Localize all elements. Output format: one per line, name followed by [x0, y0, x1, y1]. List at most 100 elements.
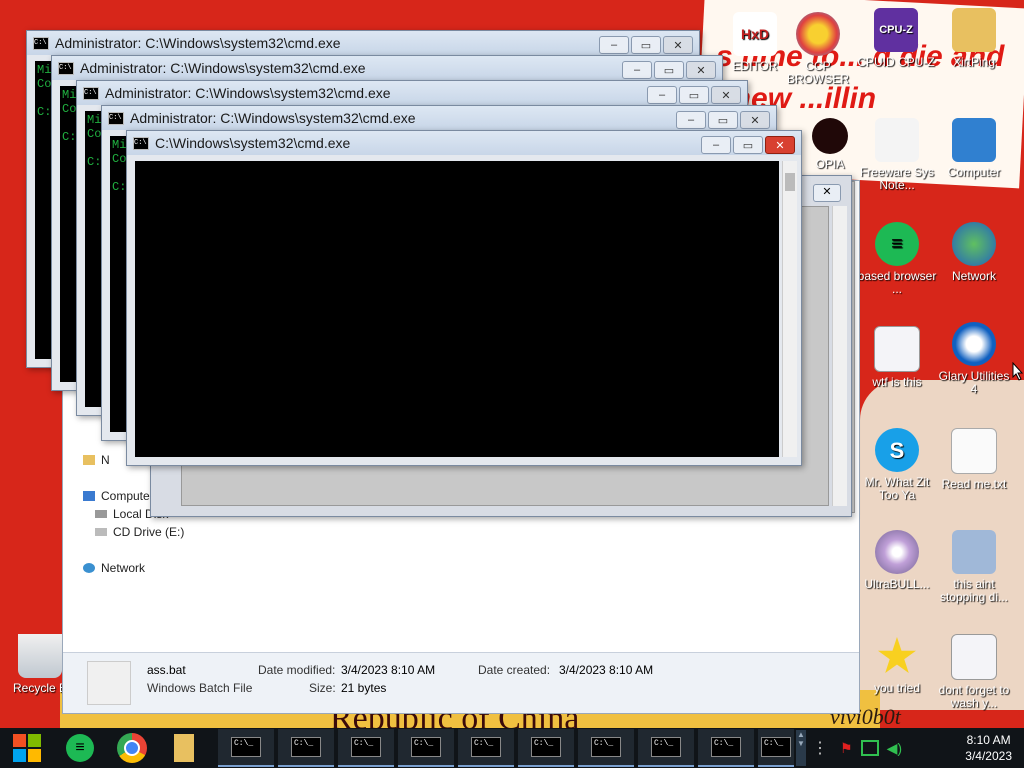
desktop-icon-ultrabull[interactable]: UltraBULL...: [857, 530, 937, 591]
browser-icon: [796, 12, 840, 56]
taskbar-cmd-button[interactable]: C:\_: [398, 729, 454, 767]
desktop-icon-freeware-sys-note[interactable]: Freeware Sys Note...: [857, 118, 937, 192]
close-icon[interactable]: ✕: [813, 184, 841, 202]
start-button[interactable]: [0, 728, 54, 768]
monitor-icon: [952, 530, 996, 574]
maximize-button[interactable]: ▭: [679, 86, 709, 104]
minimize-button[interactable]: –: [599, 36, 629, 54]
close-button[interactable]: ✕: [740, 111, 770, 129]
taskbar-cmd-button[interactable]: C:\_: [518, 729, 574, 767]
taskbar-cmd-button[interactable]: C:\_: [338, 729, 394, 767]
desktop-icon-glary-utilities[interactable]: Glary Utilities 4: [934, 322, 1014, 396]
desktop-icon-opia[interactable]: OPIA: [800, 118, 860, 171]
taskbar-file-explorer[interactable]: [158, 728, 210, 768]
volume-icon[interactable]: ◀): [887, 740, 902, 757]
close-button[interactable]: ✕: [765, 136, 795, 154]
cmd-icon: C:\_: [531, 737, 561, 757]
taskbar-notes-app[interactable]: ≡: [54, 728, 106, 768]
desktop-icon-you-tried[interactable]: ★ you tried: [857, 634, 937, 695]
skype-icon: S: [875, 428, 919, 472]
scrollbar[interactable]: [782, 161, 797, 457]
cmd-icon: C:\_: [651, 737, 681, 757]
clock-date: 3/4/2023: [965, 749, 1012, 763]
cmd-icon: C:\: [108, 111, 124, 125]
desktop-icon-based-browser[interactable]: ≡ based browser ...: [857, 222, 937, 296]
glary-icon: [952, 322, 996, 366]
cmd-icon: C:\_: [411, 737, 441, 757]
taskbar-cmd-button[interactable]: C:\_: [578, 729, 634, 767]
title-bar[interactable]: C:\ Administrator: C:\Windows\system32\c…: [77, 81, 747, 105]
cpuz-icon: CPU-Z: [874, 8, 918, 52]
more-icon[interactable]: ⋮: [812, 738, 828, 758]
gear-file-icon: [87, 661, 131, 705]
taskbar-scroll-arrows[interactable]: ▲ ▼: [796, 730, 806, 766]
nav-item-network[interactable]: Network: [83, 559, 184, 577]
file-type: Windows Batch File: [147, 681, 253, 695]
batch-file-icon: [874, 326, 920, 372]
maximize-button[interactable]: ▭: [631, 36, 661, 54]
window-title: Administrator: C:\Windows\system32\cmd.e…: [80, 60, 366, 76]
minimize-button[interactable]: –: [676, 111, 706, 129]
minimize-button[interactable]: –: [622, 61, 652, 79]
created-value: 3/4/2023 8:10 AM: [559, 663, 654, 677]
window-title: Administrator: C:\Windows\system32\cmd.e…: [55, 35, 341, 51]
taskbar-cmd-button[interactable]: C:\_: [278, 729, 334, 767]
cmd-window-active[interactable]: C:\ C:\Windows\system32\cmd.exe – ▭ ✕: [126, 130, 802, 466]
cmd-icon: C:\_: [291, 737, 321, 757]
desktop-icon-wtf-is-this[interactable]: wtf is this: [857, 326, 937, 389]
maximize-button[interactable]: ▭: [708, 111, 738, 129]
cmd-icon: C:\: [133, 136, 149, 150]
cmd-icon: C:\: [33, 36, 49, 50]
system-tray: ⚑ ◀): [840, 740, 902, 757]
taskbar-cmd-button[interactable]: C:\_: [758, 729, 794, 767]
taskbar-cmd-button[interactable]: C:\_: [218, 729, 274, 767]
desktop-icon-computer[interactable]: Computer: [934, 118, 1014, 179]
red-disc-icon: [812, 118, 848, 154]
title-bar[interactable]: C:\ Administrator: C:\Windows\system32\c…: [27, 31, 699, 55]
cmd-icon: C:\: [58, 61, 74, 75]
network-tray-icon[interactable]: [860, 740, 879, 756]
console-output[interactable]: [135, 161, 779, 457]
minimize-button[interactable]: –: [647, 86, 677, 104]
modified-value: 3/4/2023 8:10 AM: [341, 663, 436, 677]
title-bar[interactable]: C:\ Administrator: C:\Windows\system32\c…: [52, 56, 722, 80]
folder-icon: [83, 455, 95, 465]
taskbar-cmd-button[interactable]: C:\_: [458, 729, 514, 767]
desktop-icon-ccp-browser[interactable]: CCP BROWSER: [778, 12, 858, 86]
window-title: C:\Windows\system32\cmd.exe: [155, 135, 351, 151]
size-label: Size:: [309, 681, 336, 695]
taskbar: ≡ C:\_ C:\_ C:\_ C:\_ C:\_ C:\_ C:\_ C:\…: [0, 728, 1024, 768]
cmd-icon: C:\: [83, 86, 99, 100]
desktop-icon-this-aint-stopping[interactable]: this aint stopping di...: [934, 530, 1014, 604]
title-bar[interactable]: C:\ C:\Windows\system32\cmd.exe – ▭ ✕: [127, 131, 801, 155]
flag-icon[interactable]: ⚑: [840, 740, 853, 757]
desktop-icon-mr-what-zit[interactable]: S Mr. What Zit Too Ya: [857, 428, 937, 502]
taskbar-chrome[interactable]: [106, 728, 158, 768]
scrollbar-thumb[interactable]: [785, 173, 795, 191]
close-button[interactable]: ✕: [663, 36, 693, 54]
scrollbar[interactable]: [832, 206, 847, 506]
close-button[interactable]: ✕: [686, 61, 716, 79]
nav-item-cd-drive[interactable]: CD Drive (E:): [83, 523, 184, 541]
cmd-icon: C:\_: [761, 737, 791, 757]
desktop-icon-read-me[interactable]: Read me.txt: [934, 428, 1014, 491]
cmd-icon: C:\_: [711, 737, 741, 757]
computer-icon: [83, 491, 95, 501]
desktop-icon-xirtping[interactable]: XirtPing: [934, 8, 1014, 69]
cd-drive-icon: [95, 528, 107, 536]
desktop-icon-cpuz[interactable]: CPU-Z CPUID CPU-Z: [856, 8, 936, 69]
windows-logo-icon: [13, 734, 41, 762]
maximize-button[interactable]: ▭: [654, 61, 684, 79]
network-icon: [83, 563, 95, 573]
taskbar-cmd-button[interactable]: C:\_: [638, 729, 694, 767]
desktop-icon-dont-forget[interactable]: dont forget to wash y...: [934, 634, 1014, 710]
minimize-button[interactable]: –: [701, 136, 731, 154]
system-clock[interactable]: 8:10 AM 3/4/2023: [965, 732, 1012, 764]
taskbar-running-apps: C:\_ C:\_ C:\_ C:\_ C:\_ C:\_ C:\_ C:\_ …: [216, 729, 796, 767]
title-bar[interactable]: C:\ Administrator: C:\Windows\system32\c…: [102, 106, 776, 130]
taskbar-cmd-button[interactable]: C:\_: [698, 729, 754, 767]
desktop-icon-network[interactable]: Network: [934, 222, 1014, 283]
batch-file-icon: [951, 634, 997, 680]
close-button[interactable]: ✕: [711, 86, 741, 104]
maximize-button[interactable]: ▭: [733, 136, 763, 154]
